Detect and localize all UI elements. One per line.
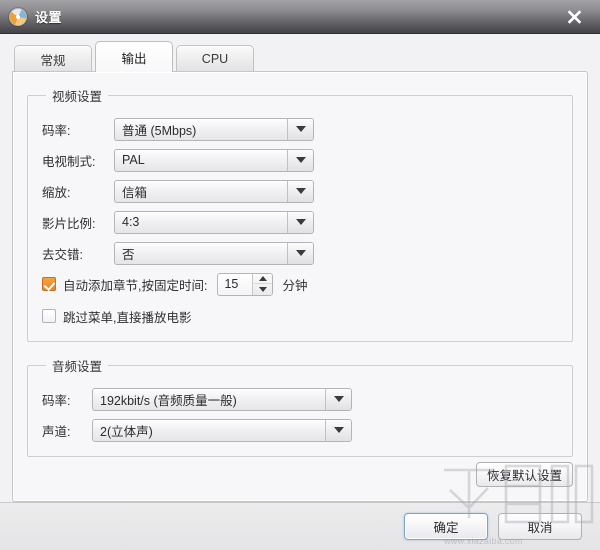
- tab-cpu-label: CPU: [201, 52, 229, 66]
- field-tv-system-label: 电视制式:: [42, 154, 96, 169]
- video-bitrate-select[interactable]: 普通 (5Mbps): [114, 117, 314, 141]
- window-title: 设置: [35, 10, 63, 25]
- video-bitrate-value: 普通 (5Mbps): [122, 123, 197, 138]
- audio-bitrate-select[interactable]: 192kbit/s (音频质量一般): [92, 387, 352, 411]
- deinterlace-value: 否: [122, 247, 135, 262]
- cancel-button[interactable]: 取消: [498, 513, 582, 540]
- aspect-ratio-select[interactable]: 4:3: [114, 210, 314, 234]
- dialog-footer: 确定 取消: [0, 502, 600, 550]
- auto-chapter-label[interactable]: 自动添加章节,按固定时间:: [63, 275, 207, 294]
- field-audio-channels-label: 声道:: [42, 424, 71, 439]
- zoom-value: 信箱: [122, 185, 148, 200]
- stepper-down-icon[interactable]: [253, 284, 272, 295]
- field-video-bitrate: 码率: 普通 (5Mbps): [42, 115, 558, 143]
- chapter-interval-input[interactable]: [218, 273, 253, 295]
- field-video-bitrate-label: 码率:: [42, 123, 71, 138]
- tab-general[interactable]: 常规: [14, 45, 92, 72]
- audio-channels-value: 2(立体声): [100, 424, 153, 439]
- field-audio-bitrate: 码率: 192kbit/s (音频质量一般): [42, 385, 558, 413]
- chevron-down-icon: [287, 211, 313, 233]
- audio-channels-select[interactable]: 2(立体声): [92, 418, 352, 442]
- chevron-down-icon: [287, 180, 313, 202]
- field-zoom: 缩放: 信箱: [42, 177, 558, 205]
- field-deinterlace: 去交错: 否: [42, 239, 558, 267]
- deinterlace-select[interactable]: 否: [114, 241, 314, 265]
- video-settings-legend: 视频设置: [52, 90, 103, 104]
- skip-menu-label[interactable]: 跳过菜单,直接播放电影: [63, 307, 191, 326]
- chapter-interval-stepper[interactable]: [217, 272, 274, 296]
- zoom-select[interactable]: 信箱: [114, 179, 314, 203]
- field-deinterlace-label: 去交错:: [42, 247, 83, 262]
- chevron-down-icon: [325, 388, 351, 410]
- field-aspect-ratio-label: 影片比例:: [42, 216, 96, 231]
- field-tv-system: 电视制式: PAL: [42, 146, 558, 174]
- tab-bar: 常规 输出 CPU: [0, 41, 600, 72]
- chevron-down-icon: [287, 118, 313, 140]
- field-zoom-label: 缩放:: [42, 185, 71, 200]
- aspect-ratio-value: 4:3: [122, 215, 140, 229]
- auto-chapter-row: 自动添加章节,按固定时间: 分钟: [42, 271, 558, 297]
- tab-panel-output: 视频设置 码率: 普通 (5Mbps) 电视制式: PAL 缩放: 信箱 影片比…: [12, 71, 588, 502]
- settings-dialog: 设置 常规 输出 CPU 视频设置 码率: 普通 (5Mbps) 电视制式: P…: [0, 0, 600, 550]
- skip-menu-row: 跳过菜单,直接播放电影: [42, 303, 558, 329]
- audio-settings-group: 音频设置 码率: 192kbit/s (音频质量一般) 声道: 2(立体声): [27, 356, 573, 457]
- restore-defaults-button[interactable]: 恢复默认设置: [475, 462, 573, 487]
- video-settings-group: 视频设置 码率: 普通 (5Mbps) 电视制式: PAL 缩放: 信箱 影片比…: [27, 86, 573, 342]
- ok-button[interactable]: 确定: [404, 513, 488, 540]
- auto-chapter-checkbox[interactable]: [42, 277, 56, 291]
- title-bar: 设置: [0, 0, 600, 34]
- chevron-down-icon: [325, 419, 351, 441]
- stepper-buttons: [252, 273, 273, 295]
- tv-system-select[interactable]: PAL: [114, 148, 314, 172]
- skip-menu-checkbox[interactable]: [42, 309, 56, 323]
- audio-settings-legend: 音频设置: [52, 360, 103, 374]
- chevron-down-icon: [287, 242, 313, 264]
- field-aspect-ratio: 影片比例: 4:3: [42, 208, 558, 236]
- disc-icon: [9, 7, 27, 26]
- chevron-down-icon: [287, 149, 313, 171]
- field-audio-channels: 声道: 2(立体声): [42, 416, 558, 444]
- tv-system-value: PAL: [122, 153, 145, 167]
- chapter-interval-unit: 分钟: [282, 278, 308, 293]
- field-audio-bitrate-label: 码率:: [42, 393, 71, 408]
- audio-bitrate-value: 192kbit/s (音频质量一般): [100, 393, 237, 408]
- stepper-up-icon[interactable]: [253, 274, 273, 284]
- tab-output-label: 输出: [121, 51, 147, 66]
- tab-cpu[interactable]: CPU: [176, 45, 254, 72]
- tab-output[interactable]: 输出: [95, 41, 173, 72]
- close-icon[interactable]: [548, 0, 600, 33]
- restore-defaults-wrap: 恢复默认设置: [475, 462, 573, 487]
- tab-general-label: 常规: [40, 53, 66, 68]
